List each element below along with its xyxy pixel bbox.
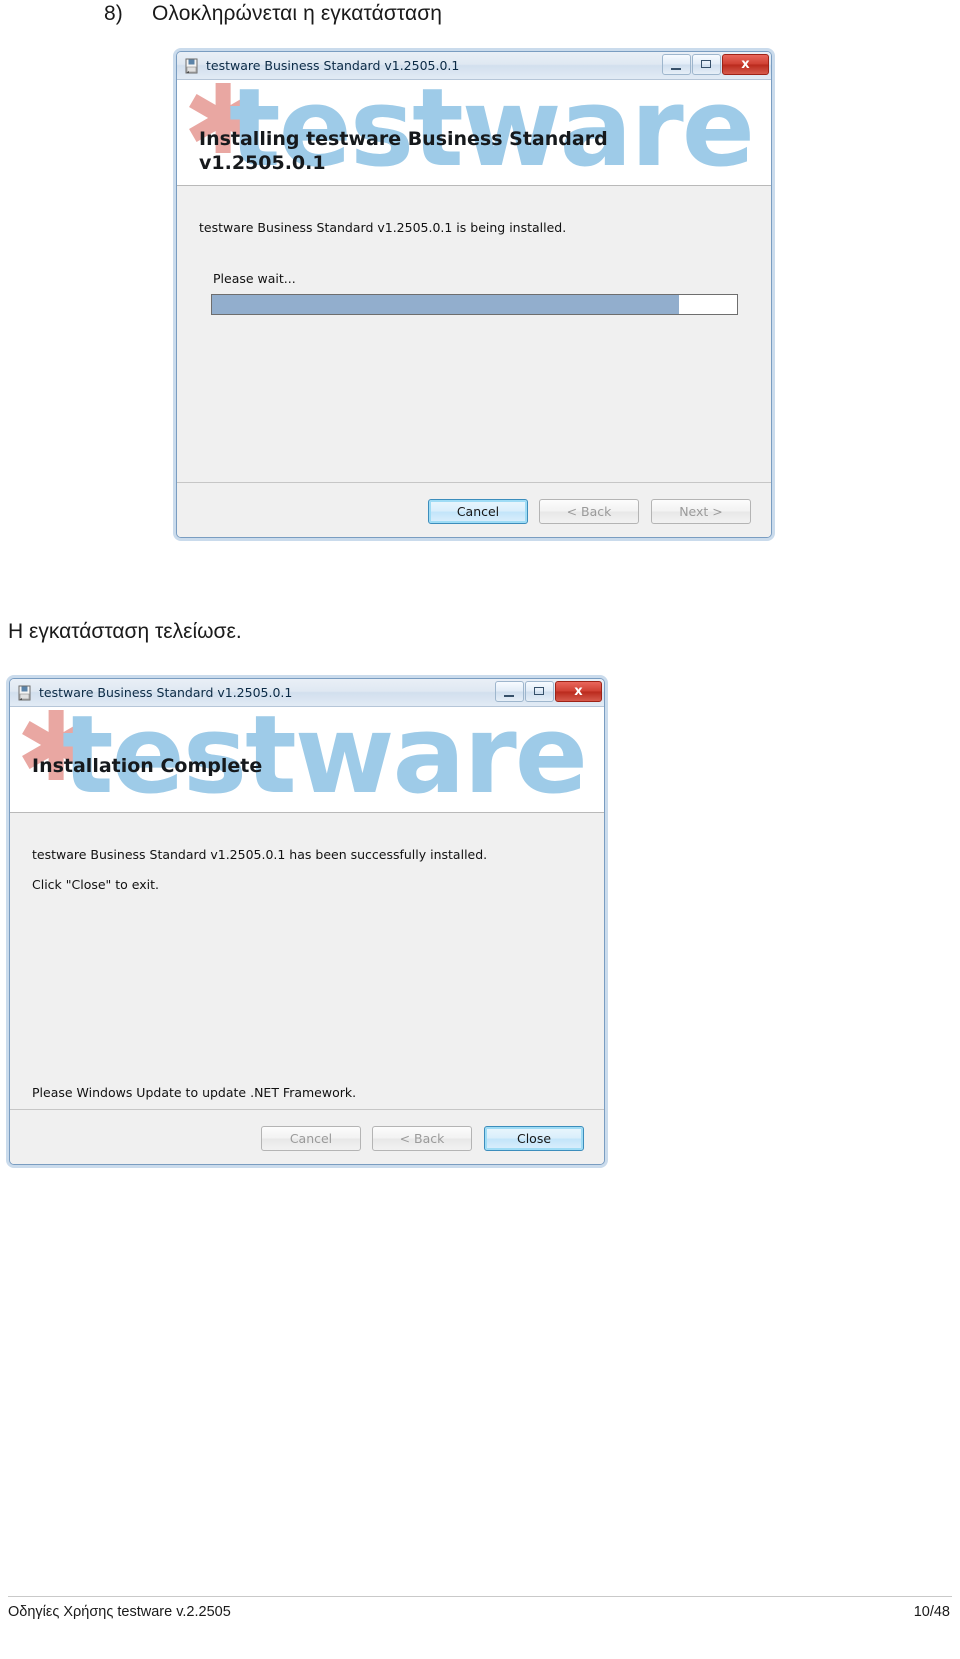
heading-number: 8) <box>104 2 123 25</box>
dialog-banner: ✱ testware Installing testware Business … <box>177 80 771 186</box>
banner-heading-line1: Installation Complete <box>32 755 263 777</box>
back-button[interactable]: < Back <box>372 1126 472 1151</box>
testware-star-icon: ✱ <box>16 707 97 803</box>
installer-dialog-installing: testware Business Standard v1.2505.0.1 x… <box>176 51 772 538</box>
installer-dialog-complete: testware Business Standard v1.2505.0.1 x… <box>9 678 605 1165</box>
installer-package-icon <box>17 685 33 701</box>
footer-divider <box>8 1596 952 1597</box>
cancel-button[interactable]: Cancel <box>428 499 528 524</box>
cancel-button[interactable]: Cancel <box>261 1126 361 1151</box>
banner-heading-line1: Installing testware Business Standard <box>199 128 608 150</box>
installation-progress-bar <box>211 294 738 315</box>
please-wait-text: Please wait... <box>213 271 296 286</box>
heading-text: Ολοκληρώνεται η εγκατάσταση <box>152 2 443 25</box>
dialog-banner: ✱ testware Installation Complete <box>10 707 604 813</box>
maximize-button[interactable] <box>692 54 721 75</box>
title-bar[interactable]: testware Business Standard v1.2505.0.1 x <box>10 679 604 707</box>
banner-heading-line2: v1.2505.0.1 <box>199 152 326 174</box>
dialog-content: testware Business Standard v1.2505.0.1 h… <box>10 813 604 1133</box>
page-heading: 8) Ολοκληρώνεται η εγκατάσταση <box>104 2 442 26</box>
minimize-button[interactable] <box>495 681 524 702</box>
footer-page-number: 10/48 <box>913 1604 950 1620</box>
footer-document-title: Οδηγίες Χρήσης testware v.2.2505 <box>8 1604 231 1620</box>
click-close-instruction: Click "Close" to exit. <box>32 877 160 892</box>
minimize-button[interactable] <box>662 54 691 75</box>
back-button[interactable]: < Back <box>539 499 639 524</box>
window-controls: x <box>494 681 602 702</box>
window-title: testware Business Standard v1.2505.0.1 <box>206 58 460 73</box>
dialog-button-row: Cancel < Back Close <box>10 1109 604 1164</box>
next-button[interactable]: Next > <box>651 499 751 524</box>
progress-bar-fill <box>212 295 680 314</box>
installer-package-icon <box>184 58 200 74</box>
dialog-button-row: Cancel < Back Next > <box>177 482 771 537</box>
close-window-button[interactable]: x <box>722 54 769 75</box>
window-title: testware Business Standard v1.2505.0.1 <box>39 685 293 700</box>
close-button[interactable]: Close <box>484 1126 584 1151</box>
maximize-button[interactable] <box>525 681 554 702</box>
title-bar[interactable]: testware Business Standard v1.2505.0.1 x <box>177 52 771 80</box>
window-controls: x <box>661 54 769 75</box>
dotnet-framework-note: Please Windows Update to update .NET Fra… <box>32 1085 357 1100</box>
mid-caption: Η εγκατάσταση τελείωσε. <box>8 620 242 643</box>
close-window-button[interactable]: x <box>555 681 602 702</box>
install-status-text: testware Business Standard v1.2505.0.1 i… <box>199 220 567 235</box>
dialog-content: testware Business Standard v1.2505.0.1 i… <box>177 186 771 506</box>
install-complete-text: testware Business Standard v1.2505.0.1 h… <box>32 847 488 862</box>
